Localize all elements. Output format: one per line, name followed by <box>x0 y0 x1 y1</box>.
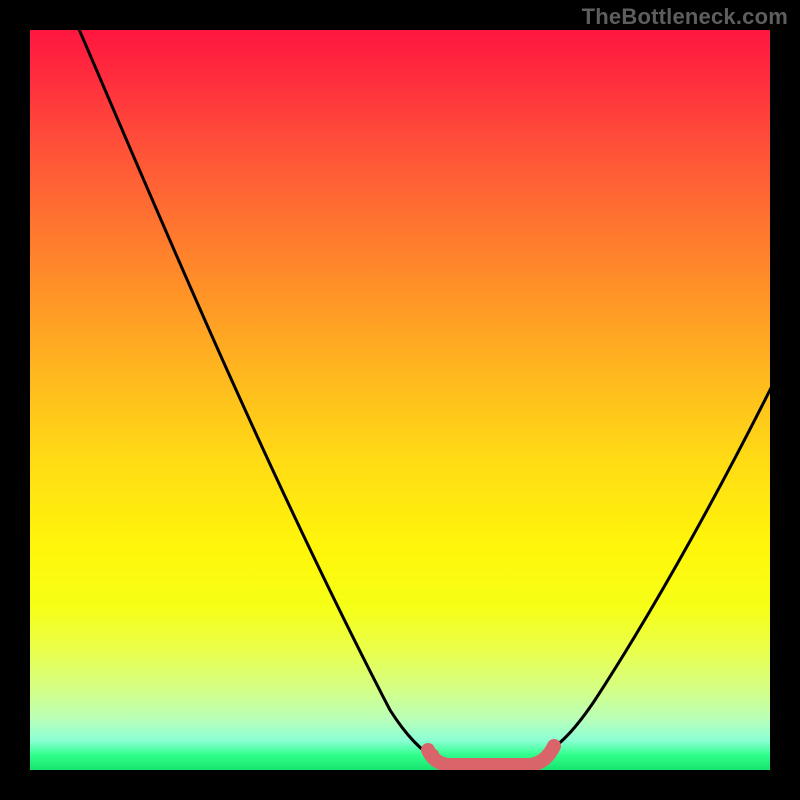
marker-dot <box>445 758 455 768</box>
marker-dot <box>485 760 495 770</box>
marker-dot <box>429 749 439 759</box>
chart-frame: TheBottleneck.com <box>0 0 800 800</box>
marker-dot <box>465 760 475 770</box>
watermark-text: TheBottleneck.com <box>582 4 788 30</box>
marker-dot <box>525 758 535 768</box>
marker-dot <box>505 760 515 770</box>
marker-dot <box>541 749 551 759</box>
optimal-range-marker <box>30 30 770 770</box>
plot-area <box>30 30 770 770</box>
